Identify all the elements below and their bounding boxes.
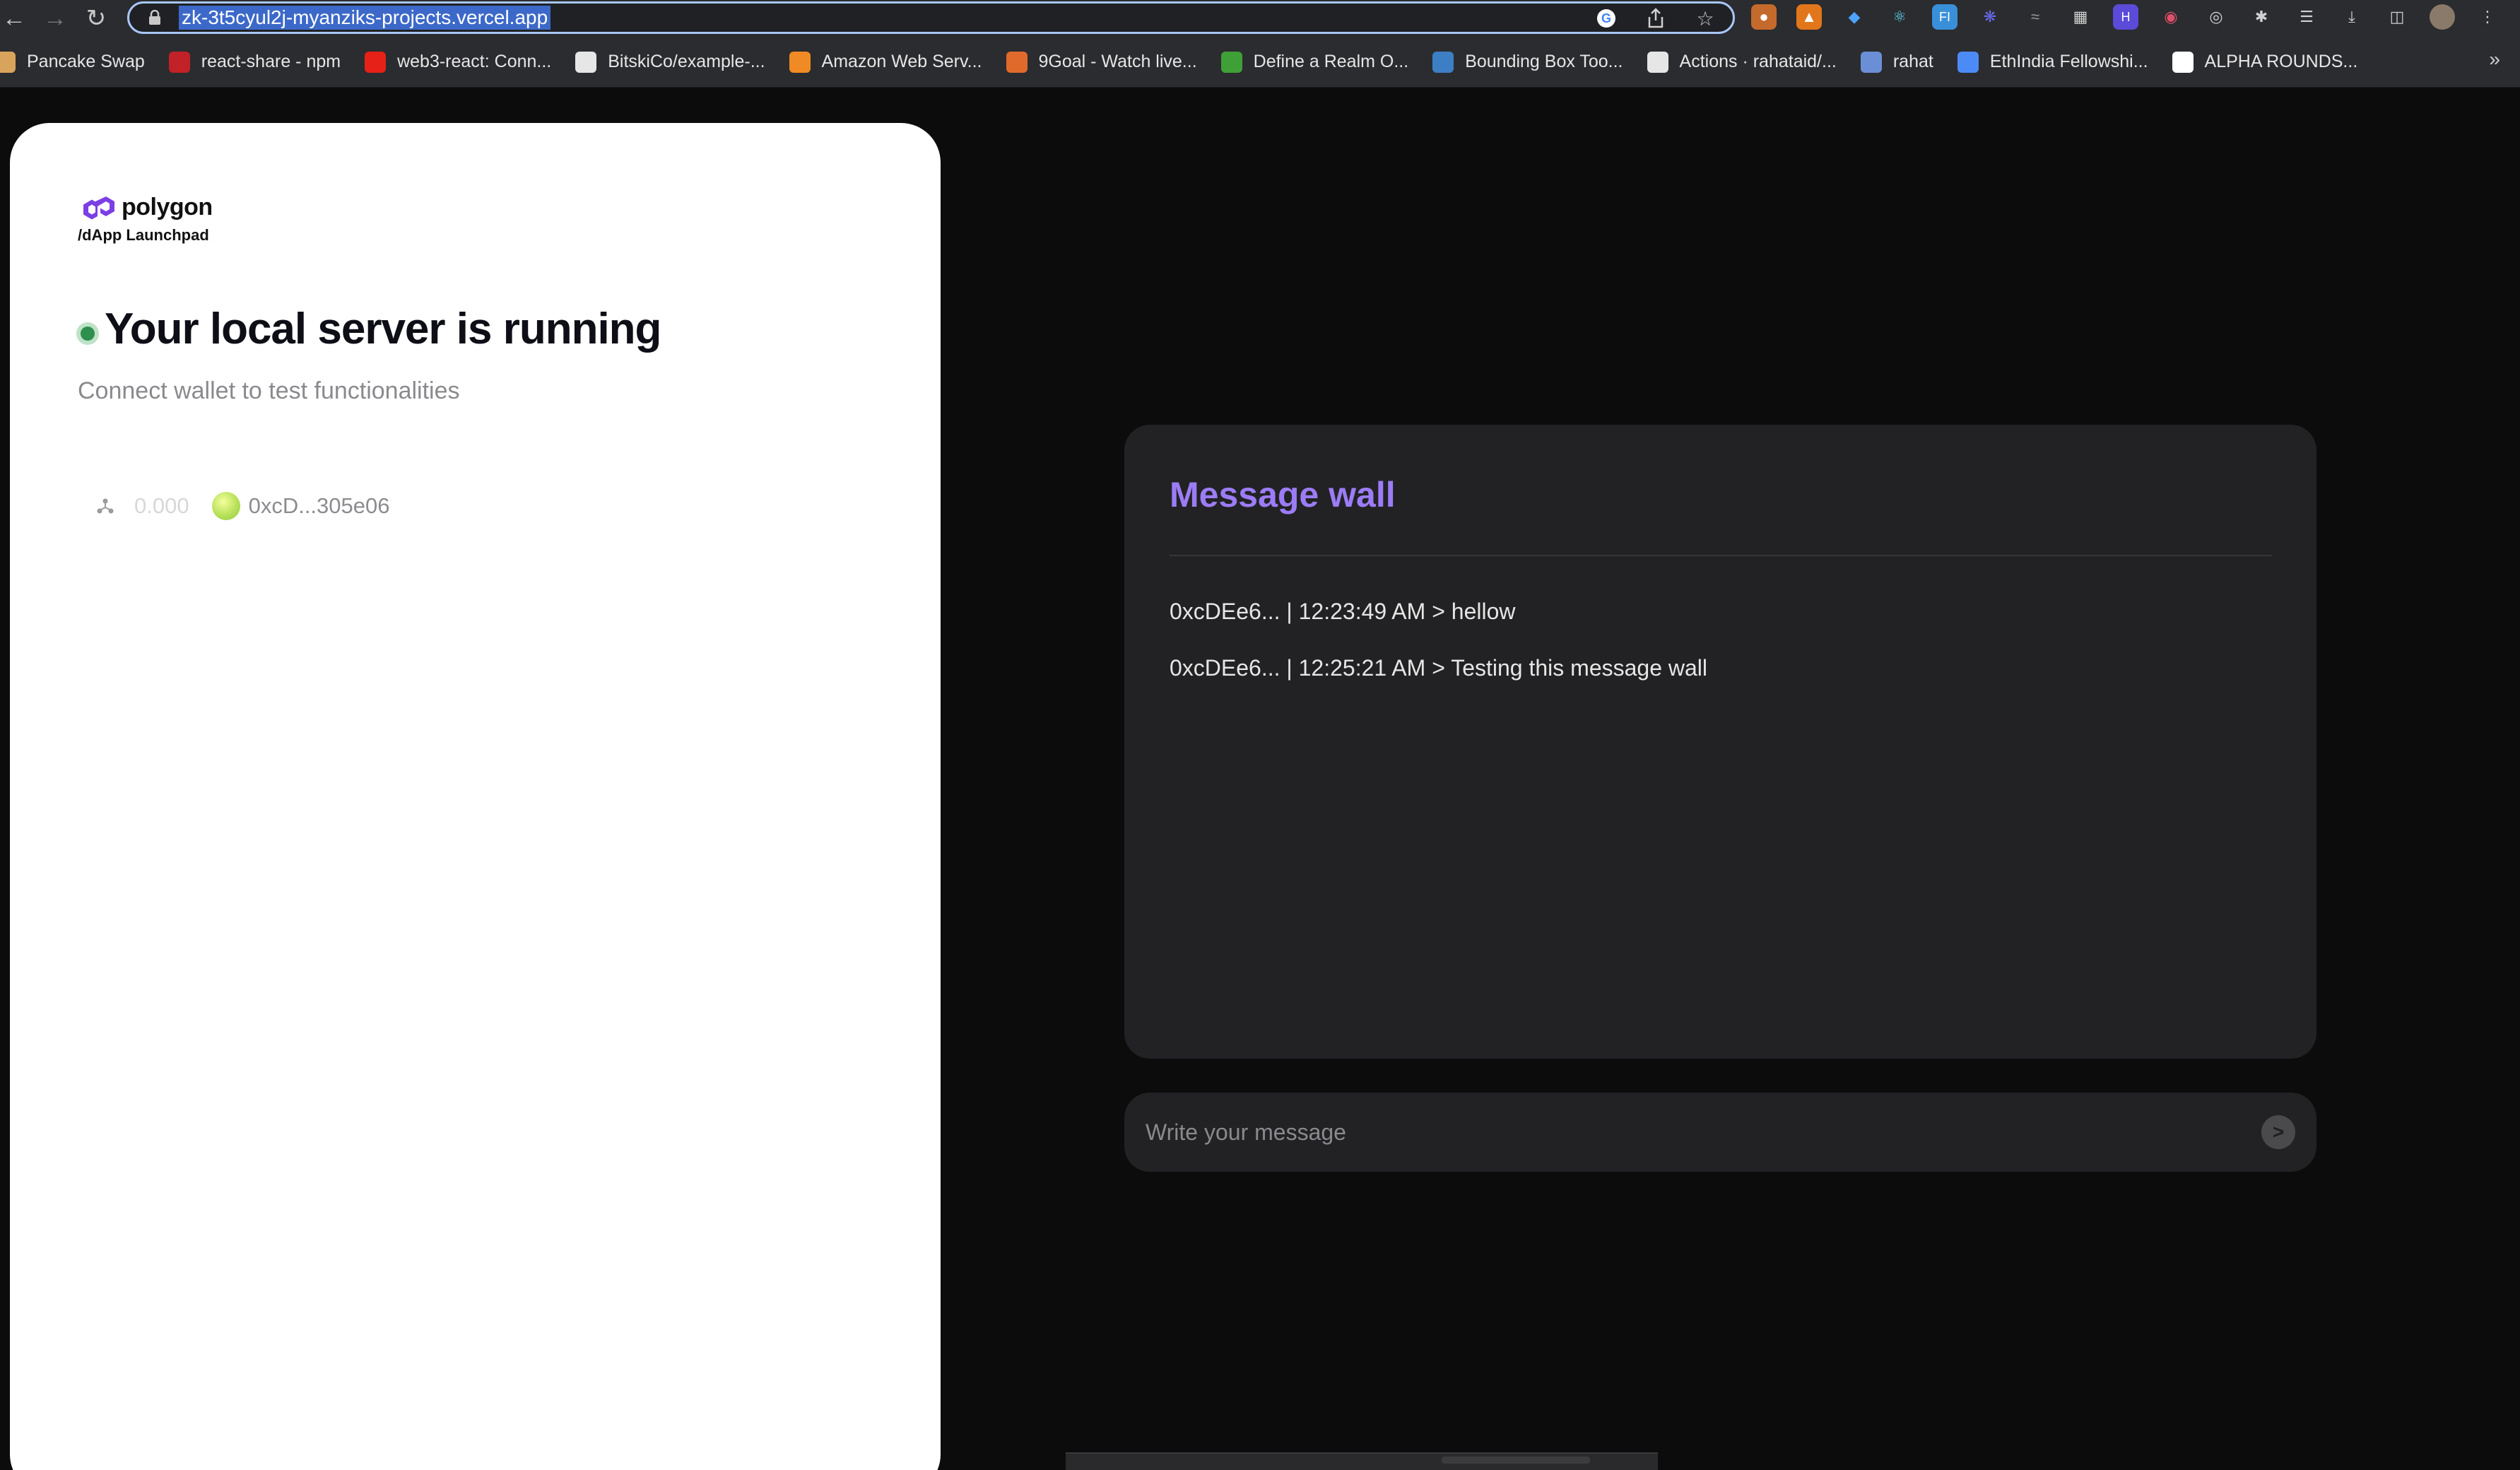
wallet-status[interactable]: 0.000 0xcD...305e06 (95, 492, 390, 520)
scrollbar-thumb[interactable] (1442, 1457, 1590, 1464)
mongodb-icon (1220, 51, 1242, 73)
brand-name: polygon (122, 193, 213, 220)
bookmark-label: ALPHA ROUNDS... (2204, 52, 2358, 71)
bookmark-item[interactable]: Pancake Swap (0, 51, 145, 73)
message-wall: Message wall 0xcDEe6... | 12:23:49 AM > … (1124, 425, 2316, 1059)
svg-text:G: G (1601, 11, 1611, 25)
bookmark-label: rahat (1892, 52, 1933, 71)
bookmark-label: 9Goal - Watch live... (1038, 52, 1197, 71)
extension-rocket-icon[interactable]: ◉ (2158, 4, 2184, 30)
npm-icon (168, 51, 190, 73)
message-wall-title: Message wall (1170, 475, 1396, 514)
gem-icon[interactable]: ◆ (1842, 4, 1867, 30)
download-icon[interactable]: ⤓ (2339, 4, 2365, 30)
url-text[interactable]: zk-3t5cyul2j-myanziks-projects.vercel.ap… (179, 6, 551, 30)
share-icon[interactable] (1644, 6, 1668, 30)
browser-toolbar: ← → ↻ zk-3t5cyul2j-myanziks-projects.ver… (0, 0, 2520, 37)
reload-icon[interactable]: ↻ (82, 4, 110, 33)
launchpad-panel: polygon /dApp Launchpad Your local serve… (10, 123, 941, 1470)
brand-subtitle: /dApp Launchpad (78, 226, 209, 244)
bookmarks-bar: Pancake Swap react-share - npm web3-react:… (0, 37, 2520, 88)
media-queue-icon[interactable]: ☰ (2294, 4, 2319, 30)
profile-avatar-icon[interactable] (2430, 4, 2455, 30)
bookmark-item[interactable]: BitskiCo/example-... (575, 51, 765, 73)
page-subtitle: Connect wallet to test functionalities (78, 377, 460, 404)
wallet-avatar (211, 492, 240, 520)
side-panel-icon[interactable]: ◫ (2384, 4, 2410, 30)
google-icon[interactable]: G (1594, 6, 1618, 30)
page-title: Your local server is running (105, 305, 661, 353)
extension-target-icon[interactable]: ◎ (2203, 4, 2229, 30)
message-item: 0xcDEe6... | 12:23:49 AM > hellow (1170, 599, 1516, 624)
address-bar[interactable]: zk-3t5cyul2j-myanziks-projects.vercel.ap… (127, 1, 1735, 34)
bookmark-label: Amazon Web Serv... (821, 52, 982, 71)
back-icon[interactable]: ← (0, 4, 28, 33)
browser-menu-icon[interactable]: ⋮ (2475, 4, 2500, 30)
bookmark-item[interactable]: rahat (1860, 51, 1933, 73)
bookmark-item[interactable]: Define a Realm O... (1220, 51, 1409, 73)
message-item: 0xcDEe6... | 12:25:21 AM > Testing this … (1170, 655, 1708, 681)
bookmark-item[interactable]: Amazon Web Serv... (789, 51, 982, 73)
bookmark-label: react-share - npm (201, 52, 341, 71)
bookmark-item[interactable]: Actions · rahataid/... (1647, 51, 1837, 73)
network-icon (95, 495, 116, 517)
extension-gear-icon[interactable]: ❋ (1977, 4, 2003, 30)
bookmark-item[interactable]: Bounding Box Too... (1432, 51, 1623, 73)
send-button[interactable]: > (2261, 1115, 2295, 1149)
aws-icon (789, 51, 811, 73)
extension-chart-icon[interactable]: ▦ (2068, 4, 2093, 30)
wallet-address[interactable]: 0xcD...305e06 (249, 493, 390, 519)
notion-icon (2172, 51, 2194, 73)
polygon-logo: polygon (81, 192, 213, 222)
bookmark-label: Pancake Swap (27, 52, 145, 71)
forward-icon[interactable]: → (41, 4, 69, 33)
pancake-icon (0, 51, 16, 73)
bookmark-item[interactable]: web3-react: Conn... (365, 51, 552, 73)
wallet-balance: 0.000 (134, 493, 189, 518)
bookmark-label: EthIndia Fellowshi... (1989, 52, 2148, 71)
bookmark-item[interactable]: EthIndia Fellowshi... (1957, 51, 2148, 73)
polygon-icon (83, 196, 114, 220)
server-status-indicator (76, 322, 99, 345)
youtube-icon (365, 51, 387, 73)
metamask-icon[interactable]: ▲ (1796, 4, 1822, 30)
github-icon (575, 51, 597, 73)
bookmark-item[interactable]: 9Goal - Watch live... (1006, 51, 1197, 73)
extension-h-icon[interactable]: H (2113, 4, 2138, 30)
bookmark-item[interactable]: react-share - npm (168, 51, 341, 73)
horizontal-scrollbar[interactable] (1066, 1452, 1658, 1470)
message-input[interactable] (1146, 1114, 2206, 1151)
github-icon (1647, 51, 1668, 73)
extension-wave-icon[interactable]: ≈ (2023, 4, 2048, 30)
docs-icon (1957, 51, 1979, 73)
react-devtools-icon[interactable]: ⚛ (1887, 4, 1912, 30)
extension-cookie-icon[interactable]: ● (1751, 4, 1777, 30)
bookmark-label: Bounding Box Too... (1465, 52, 1623, 71)
lock-icon (145, 8, 165, 28)
bookmark-star-icon[interactable]: ☆ (1693, 6, 1717, 30)
bbox-icon (1432, 51, 1454, 73)
bookmark-label: Actions · rahataid/... (1679, 52, 1837, 71)
bookmark-label: web3-react: Conn... (397, 52, 552, 71)
message-composer: > (1124, 1093, 2316, 1172)
extensions-puzzle-icon[interactable]: ✱ (2249, 4, 2274, 30)
bookmarks-overflow-button[interactable]: » (2489, 48, 2500, 71)
bookmark-label: BitskiCo/example-... (608, 52, 765, 71)
rahat-icon (1860, 51, 1882, 73)
divider (1170, 555, 2272, 556)
extension-fi-icon[interactable]: FI (1932, 4, 1957, 30)
bookmark-item[interactable]: ALPHA ROUNDS... (2172, 51, 2358, 73)
9goal-icon (1006, 51, 1028, 73)
bookmark-label: Define a Realm O... (1253, 52, 1409, 71)
